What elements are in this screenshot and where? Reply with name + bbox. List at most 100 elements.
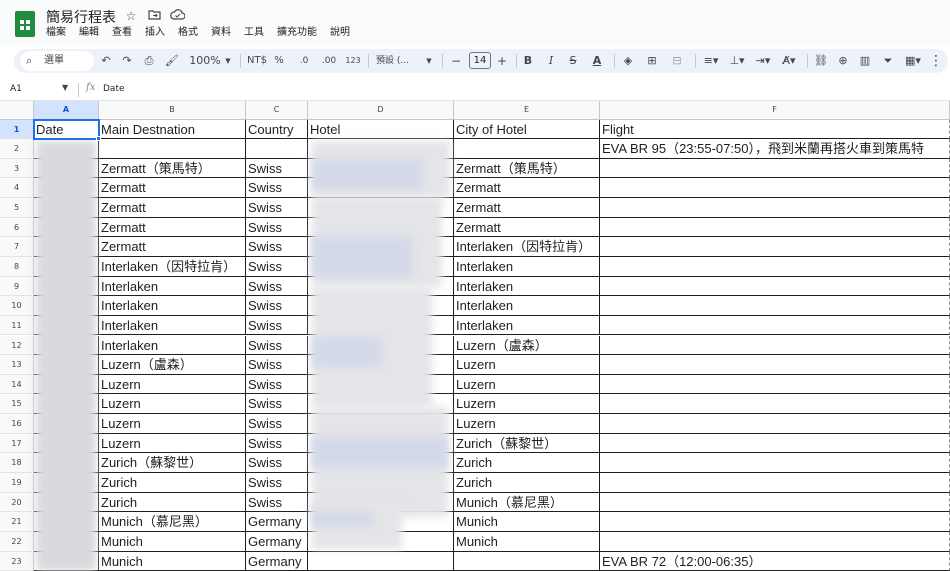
- column-header-d[interactable]: D: [308, 101, 454, 120]
- table-cell[interactable]: [600, 433, 950, 454]
- menu-insert[interactable]: 插入: [145, 27, 165, 39]
- table-cell[interactable]: Zurich: [99, 492, 246, 513]
- table-cell[interactable]: Germany: [246, 532, 308, 552]
- table-cell[interactable]: Interlaken（因特拉肯）: [99, 256, 246, 277]
- table-cell[interactable]: Zermatt: [99, 178, 246, 198]
- table-cell[interactable]: Swiss: [246, 394, 308, 415]
- cloud-status-icon[interactable]: [169, 8, 186, 24]
- table-cell[interactable]: Zermatt: [454, 217, 600, 238]
- table-cell[interactable]: Zermatt: [454, 197, 600, 218]
- table-cell[interactable]: Interlaken: [99, 296, 246, 316]
- row-header[interactable]: 9: [0, 276, 34, 297]
- row-header[interactable]: 14: [0, 374, 34, 395]
- table-cell[interactable]: Interlaken: [454, 256, 600, 277]
- menu-view[interactable]: 查看: [112, 27, 132, 39]
- table-cell[interactable]: [600, 374, 950, 395]
- filter-views-icon[interactable]: ▦▾: [902, 49, 924, 73]
- row-header[interactable]: 13: [0, 355, 34, 375]
- text-wrapping-icon[interactable]: ⇥▾: [752, 49, 774, 73]
- table-cell[interactable]: Hotel: [308, 120, 454, 139]
- zoom-select[interactable]: 100%: [188, 49, 222, 73]
- table-cell[interactable]: Interlaken: [454, 276, 600, 297]
- table-cell[interactable]: Munich: [99, 551, 246, 571]
- move-to-folder-icon[interactable]: [146, 8, 162, 24]
- row-header[interactable]: 6: [0, 217, 34, 238]
- table-cell[interactable]: Luzern（盧森）: [99, 355, 246, 375]
- row-header[interactable]: 17: [0, 433, 34, 454]
- table-cell[interactable]: [600, 532, 950, 552]
- increase-font-size-button[interactable]: +: [495, 49, 509, 73]
- increase-decimal-button[interactable]: .00: [318, 49, 340, 73]
- chevron-down-icon[interactable]: ▼: [223, 49, 233, 73]
- table-cell[interactable]: Interlaken: [454, 315, 600, 336]
- decrease-font-size-button[interactable]: −: [449, 49, 463, 73]
- table-cell[interactable]: [99, 139, 246, 159]
- table-cell[interactable]: Luzern（盧森）: [454, 335, 600, 356]
- table-cell[interactable]: Interlaken: [99, 276, 246, 297]
- table-cell[interactable]: [600, 315, 950, 336]
- table-cell[interactable]: [600, 237, 950, 257]
- table-cell[interactable]: [600, 158, 950, 179]
- table-cell[interactable]: Swiss: [246, 296, 308, 316]
- row-header[interactable]: 20: [0, 492, 34, 513]
- column-header-c[interactable]: C: [246, 101, 308, 120]
- print-icon[interactable]: ⎙: [141, 49, 157, 73]
- row-header[interactable]: 12: [0, 335, 34, 356]
- undo-icon[interactable]: ↶: [98, 49, 114, 73]
- table-cell[interactable]: Swiss: [246, 473, 308, 493]
- table-cell[interactable]: Luzern: [99, 394, 246, 415]
- text-rotation-icon[interactable]: A̸▾: [778, 49, 800, 73]
- table-cell[interactable]: Zurich: [99, 473, 246, 493]
- row-header[interactable]: 4: [0, 178, 34, 198]
- decrease-decimal-button[interactable]: .0: [295, 49, 313, 73]
- table-cell[interactable]: [600, 217, 950, 238]
- table-cell[interactable]: Swiss: [246, 237, 308, 257]
- table-cell[interactable]: Zurich（蘇黎世）: [99, 453, 246, 474]
- table-cell[interactable]: Luzern: [99, 433, 246, 454]
- table-cell[interactable]: Luzern: [99, 374, 246, 395]
- insert-link-icon[interactable]: ⛓: [813, 49, 829, 73]
- column-header-a[interactable]: A: [34, 101, 99, 120]
- table-cell[interactable]: [600, 335, 950, 356]
- star-icon[interactable]: ☆: [123, 8, 139, 24]
- table-cell[interactable]: Zermatt: [99, 217, 246, 238]
- table-cell[interactable]: [454, 139, 600, 159]
- paint-format-icon[interactable]: 🖌: [164, 49, 180, 73]
- row-header[interactable]: 21: [0, 512, 34, 532]
- table-cell[interactable]: [600, 355, 950, 375]
- menu-tools[interactable]: 工具: [244, 27, 264, 39]
- table-cell[interactable]: EVA BR 95（23:55-07:50），飛到米蘭再搭火車到策馬特: [600, 139, 950, 159]
- table-cell[interactable]: [454, 551, 600, 571]
- table-cell[interactable]: Swiss: [246, 374, 308, 395]
- row-header[interactable]: 1: [0, 120, 34, 139]
- horizontal-align-icon[interactable]: ≡▾: [700, 49, 722, 73]
- chevron-down-icon[interactable]: ▼: [62, 83, 68, 92]
- table-cell[interactable]: Germany: [246, 512, 308, 532]
- table-cell[interactable]: Swiss: [246, 315, 308, 336]
- formula-input[interactable]: Date: [103, 84, 125, 94]
- search-menus-button[interactable]: ⌕ 選單: [20, 51, 94, 71]
- document-title[interactable]: 簡易行程表: [46, 7, 116, 27]
- menu-format[interactable]: 格式: [178, 27, 198, 39]
- borders-icon[interactable]: ⊞: [644, 49, 660, 73]
- table-cell[interactable]: [600, 414, 950, 434]
- format-percent-button[interactable]: %: [273, 49, 285, 73]
- table-cell[interactable]: [600, 394, 950, 415]
- table-cell[interactable]: Zermatt（策馬特）: [454, 158, 600, 179]
- row-header[interactable]: 10: [0, 296, 34, 316]
- table-cell[interactable]: Swiss: [246, 217, 308, 238]
- name-box[interactable]: A1: [10, 84, 22, 94]
- table-cell[interactable]: Swiss: [246, 276, 308, 297]
- table-cell[interactable]: Munich（慕尼黑）: [454, 492, 600, 513]
- table-cell[interactable]: Zermatt: [99, 237, 246, 257]
- table-cell[interactable]: [600, 197, 950, 218]
- table-cell[interactable]: [600, 512, 950, 532]
- table-cell[interactable]: Swiss: [246, 158, 308, 179]
- insert-chart-icon[interactable]: ▥: [857, 49, 873, 73]
- select-all-corner[interactable]: [0, 101, 34, 120]
- table-cell[interactable]: Zurich（蘇黎世）: [454, 433, 600, 454]
- row-header[interactable]: 18: [0, 453, 34, 474]
- table-cell[interactable]: Swiss: [246, 433, 308, 454]
- bold-icon[interactable]: B: [521, 49, 535, 73]
- strikethrough-icon[interactable]: S: [566, 49, 580, 73]
